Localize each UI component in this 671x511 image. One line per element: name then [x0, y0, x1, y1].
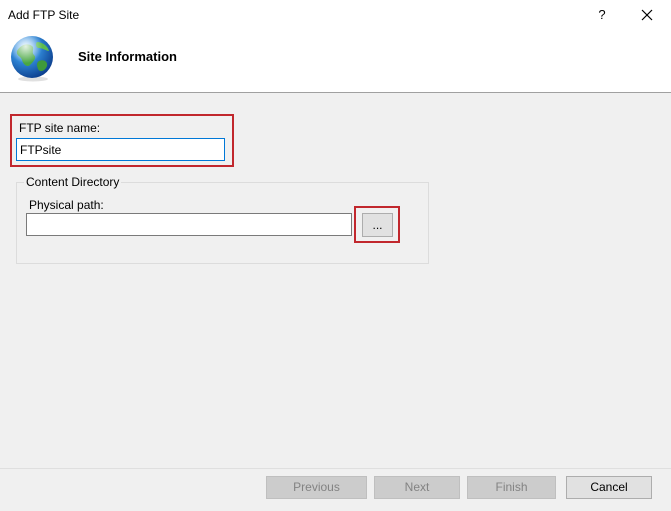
site-name-input[interactable]	[16, 138, 225, 161]
wizard-header: Site Information	[0, 30, 671, 93]
physical-path-label: Physical path:	[29, 198, 104, 212]
browse-button[interactable]: ...	[362, 213, 393, 237]
help-button[interactable]: ?	[588, 5, 616, 25]
close-icon	[641, 9, 653, 21]
footer-divider	[0, 468, 671, 469]
finish-button[interactable]: Finish	[467, 476, 556, 499]
content-directory-legend: Content Directory	[24, 175, 122, 189]
cancel-button[interactable]: Cancel	[566, 476, 652, 499]
next-button[interactable]: Next	[374, 476, 460, 499]
page-title: Site Information	[78, 49, 177, 64]
physical-path-input[interactable]	[26, 213, 352, 236]
previous-button[interactable]: Previous	[266, 476, 367, 499]
add-ftp-site-dialog: Add FTP Site ? Site Information FTP site…	[0, 0, 671, 511]
globe-icon	[11, 36, 53, 82]
close-button[interactable]	[630, 3, 664, 27]
site-name-label: FTP site name:	[19, 121, 101, 135]
window-title: Add FTP Site	[8, 8, 80, 22]
title-bar: Add FTP Site ?	[0, 0, 671, 30]
